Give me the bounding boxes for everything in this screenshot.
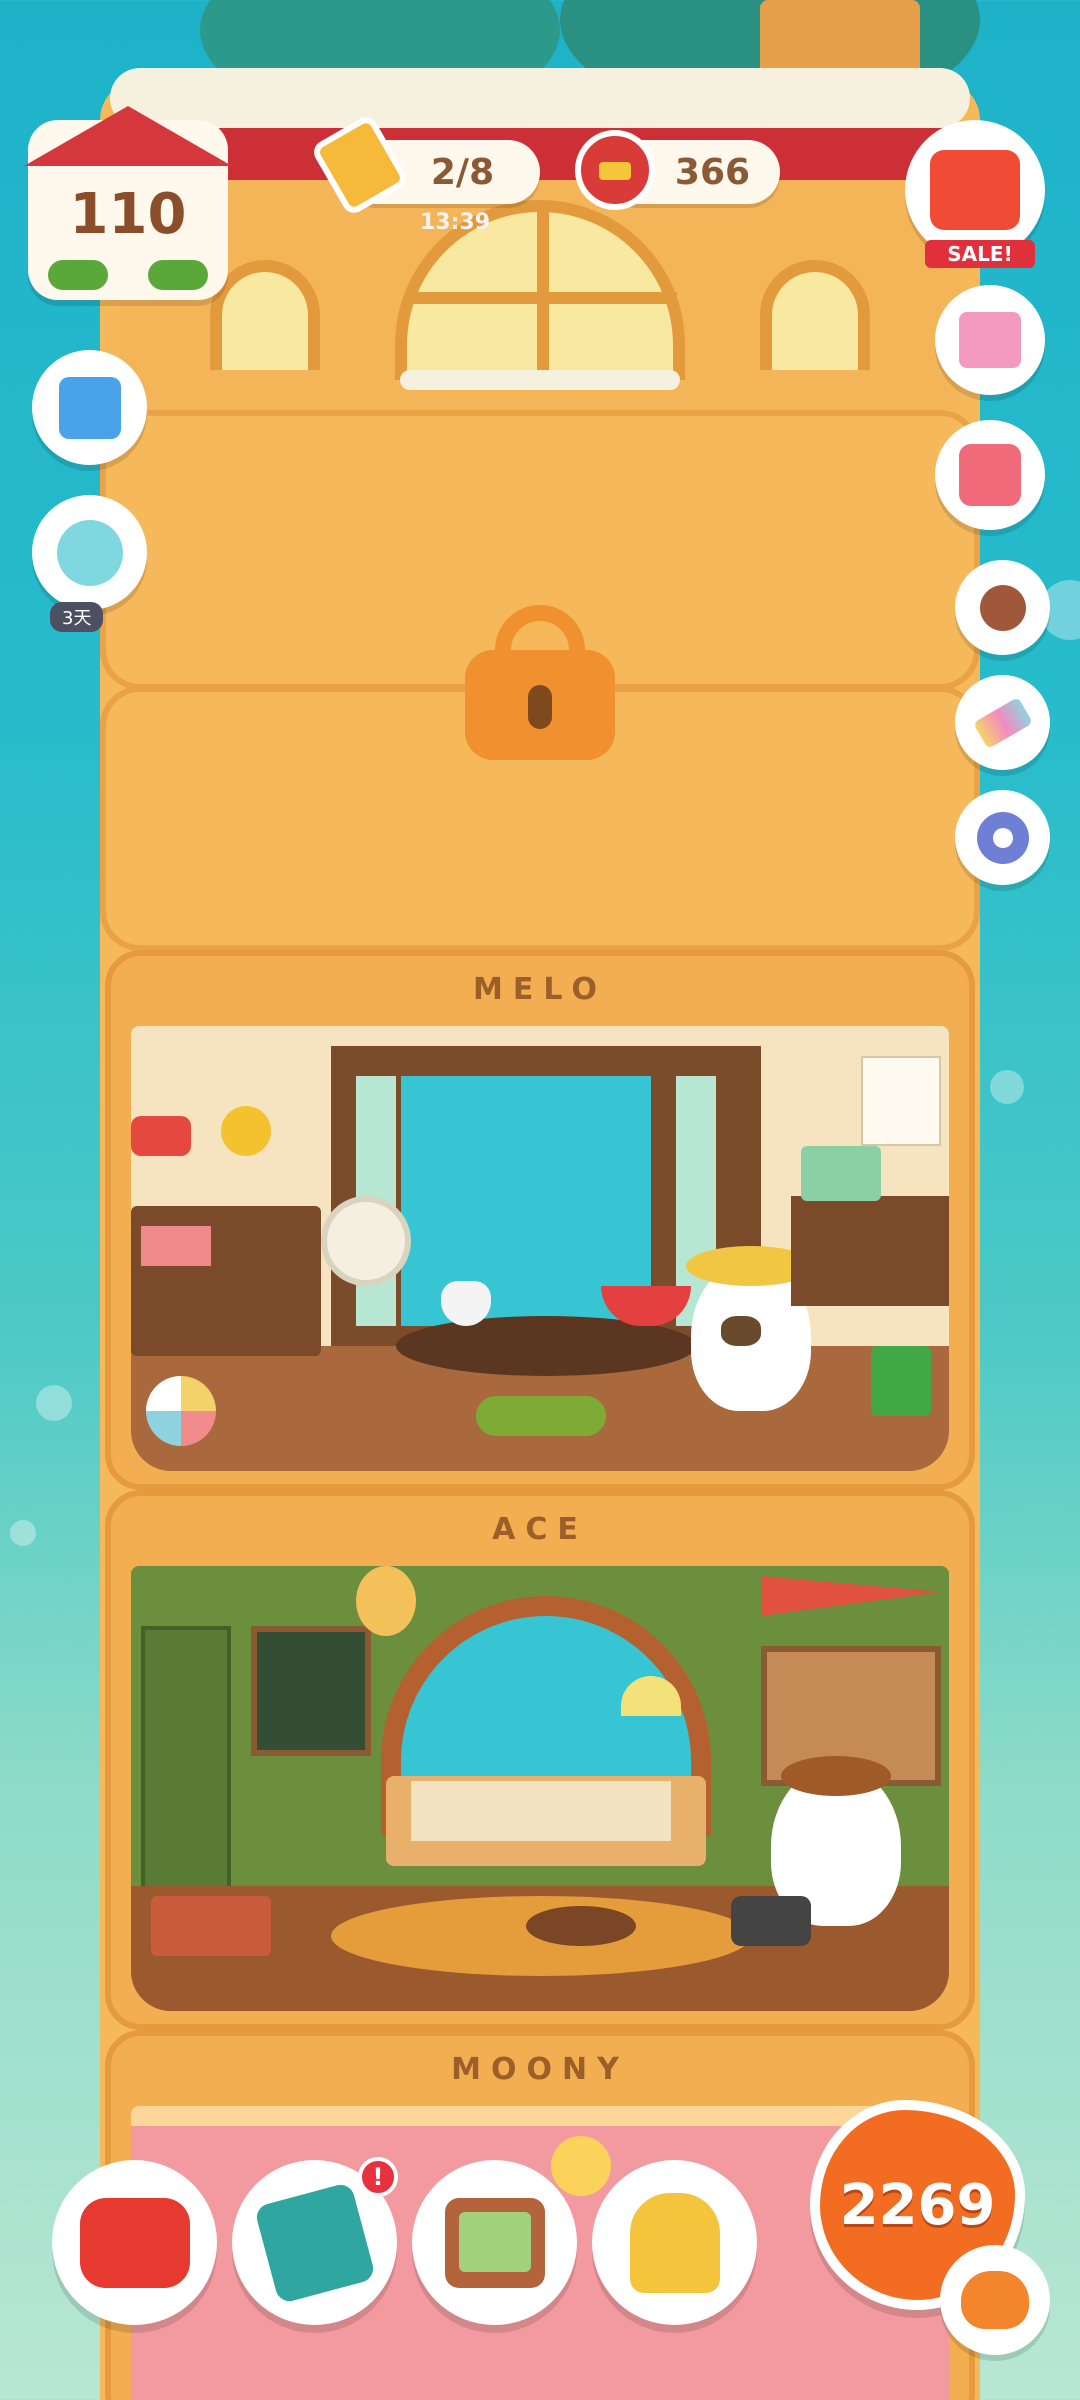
background-bubble (36, 1385, 72, 1421)
can-count: 366 (674, 151, 751, 193)
heart-safe-button[interactable] (935, 420, 1045, 530)
cat-button[interactable] (940, 2245, 1050, 2355)
drawer-cabinet-right (791, 1196, 949, 1306)
furniture-armchair-icon (79, 2197, 190, 2288)
snow-globe-button[interactable] (32, 495, 147, 610)
shop-icon (930, 150, 1020, 230)
binoculars (731, 1896, 811, 1946)
chalkboard (251, 1626, 371, 1756)
room-ace-interior (131, 1566, 949, 2011)
toolbox (151, 1896, 271, 1956)
insect-terrarium (801, 1146, 881, 1201)
gift-button[interactable] (32, 350, 147, 465)
sand-bucket (871, 1346, 931, 1416)
room-name: MELO (473, 972, 607, 1007)
coin-amount: 2269 (839, 2172, 996, 2238)
hot-air-balloon (356, 1566, 416, 1636)
present-box-button[interactable] (935, 285, 1045, 395)
snow-globe-icon (56, 519, 123, 586)
sunflower (221, 1106, 271, 1156)
green-cushion (476, 1396, 606, 1436)
electric-fan (321, 1196, 411, 1286)
wooden-stool (526, 1906, 636, 1946)
shop-button[interactable] (905, 120, 1045, 260)
book-stack (141, 1226, 211, 1266)
treasure-map (411, 1781, 671, 1841)
settings-button[interactable] (955, 790, 1050, 885)
settings-gear-icon (976, 811, 1029, 864)
attic-window-right (760, 260, 870, 370)
paw-journal-icon (253, 2181, 376, 2304)
furniture-button[interactable] (52, 2160, 217, 2325)
cat-face-icon (961, 2271, 1029, 2329)
notification-badge: ! (358, 2157, 398, 2197)
event-days-tag: 3天 (50, 602, 104, 632)
roof-snow (110, 68, 970, 128)
locker (141, 1626, 231, 1906)
photo-button[interactable] (412, 2160, 577, 2325)
aviator-cap (781, 1756, 891, 1796)
string-lights (131, 2106, 949, 2126)
bush-icon (148, 260, 208, 290)
cat-food-can-icon (575, 130, 655, 210)
cat-face (721, 1316, 761, 1346)
house-level-badge[interactable]: 110 (24, 106, 232, 300)
room-melo-interior (131, 1026, 949, 1471)
room-name: MOONY (451, 2052, 629, 2087)
window-snow-sill (400, 370, 680, 390)
sale-tag: SALE! (925, 240, 1035, 268)
trophy-lamp-icon (629, 2192, 720, 2293)
background-bubble (990, 1070, 1024, 1104)
trophy-button[interactable] (592, 2160, 757, 2325)
photo-frame-icon (444, 2197, 545, 2288)
room-name: ACE (492, 1512, 588, 1547)
stamp-icon (979, 584, 1026, 631)
beach-ball (146, 1376, 216, 1446)
room-melo[interactable]: MELO (105, 950, 975, 1490)
present-box-icon (959, 312, 1021, 368)
room-ace[interactable]: ACE (105, 1490, 975, 2030)
bush-icon (48, 260, 108, 290)
pencil-count: 2/8 (430, 151, 495, 193)
lock-keyhole (528, 685, 552, 729)
paint-brush-icon (972, 696, 1033, 749)
telephone (131, 1116, 191, 1156)
stamp-button[interactable] (955, 560, 1050, 655)
pennant-flag (761, 1576, 941, 1616)
paint-brush-button[interactable] (955, 675, 1050, 770)
pencil-timer: 13:39 (420, 210, 491, 235)
attic (120, 180, 960, 410)
moon-decoration (551, 2136, 611, 2196)
house-level-number: 110 (69, 182, 187, 247)
wall-calendar (861, 1056, 941, 1146)
gift-icon (58, 376, 121, 439)
background-bubble (10, 1520, 36, 1546)
heart-safe-icon (959, 444, 1021, 506)
